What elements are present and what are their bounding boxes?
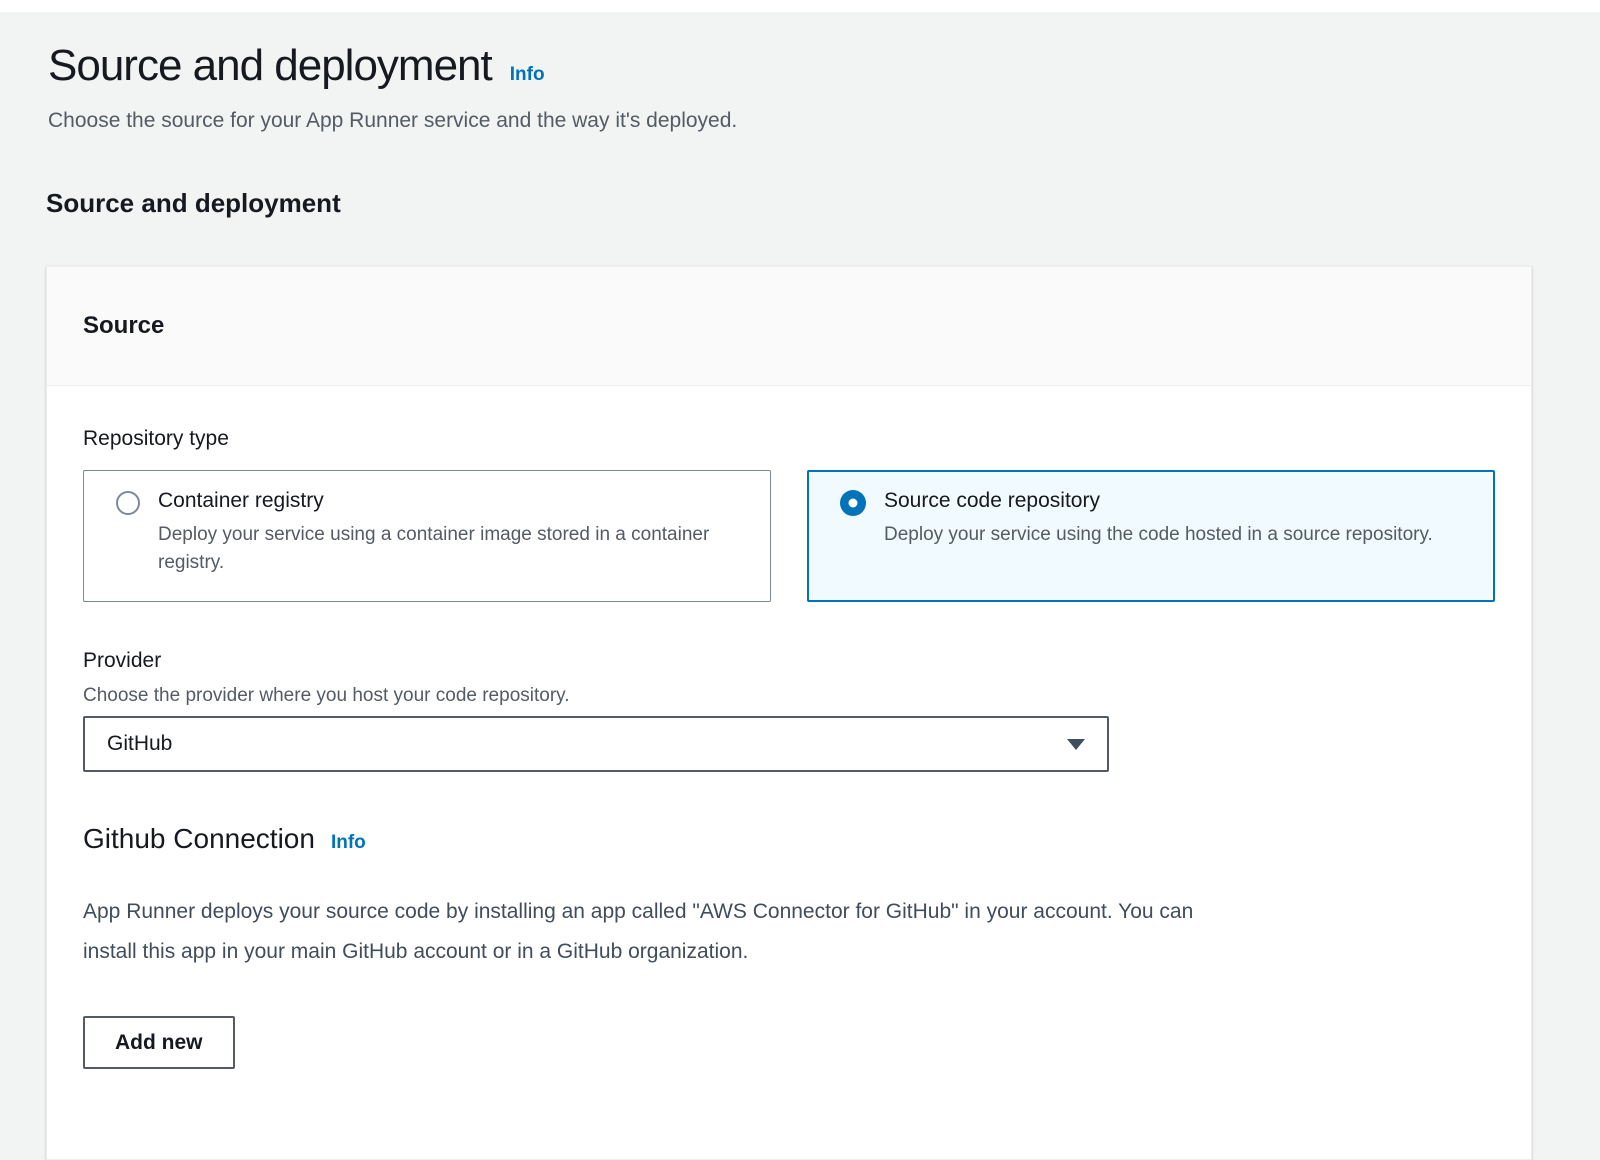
github-connection-info-link[interactable]: Info [331, 832, 366, 854]
tile-container-registry[interactable]: Container registry Deploy your service u… [83, 470, 771, 602]
source-and-deployment-page: Source and deployment Info Choose the so… [0, 12, 1600, 1160]
page-subtitle: Choose the source for your App Runner se… [48, 108, 1554, 134]
tile-container-registry-label: Container registry [158, 487, 746, 514]
caret-down-icon [1067, 739, 1085, 750]
tile-source-code-repository-label: Source code repository [884, 487, 1433, 514]
paragraph-line: App Runner deploys your source code by i… [83, 892, 1495, 932]
tile-text: Container registry Deploy your service u… [158, 487, 746, 577]
tile-container-registry-description: Deploy your service using a container im… [158, 521, 746, 577]
tile-text: Source code repository Deploy your servi… [884, 487, 1433, 549]
source-card-header: Source [47, 267, 1531, 386]
repository-type-label: Repository type [83, 426, 1495, 452]
provider-select[interactable]: GitHub [83, 716, 1109, 772]
tile-source-code-repository-description: Deploy your service using the code hoste… [884, 521, 1433, 549]
provider-label: Provider [83, 648, 1495, 674]
repository-type-tiles: Container registry Deploy your service u… [83, 470, 1495, 602]
section-heading: Source and deployment [46, 188, 1554, 218]
add-new-button[interactable]: Add new [83, 1016, 235, 1069]
page-title-info-link[interactable]: Info [510, 64, 545, 86]
paragraph-line: install this app in your main GitHub acc… [83, 932, 1495, 972]
source-card: Source Repository type Container registr… [46, 266, 1532, 1160]
provider-select-value: GitHub [107, 732, 172, 756]
top-white-strip [0, 0, 1600, 12]
radio-selected-icon[interactable] [840, 490, 866, 516]
provider-description: Choose the provider where you host your … [83, 684, 1495, 708]
tile-source-code-repository[interactable]: Source code repository Deploy your servi… [807, 470, 1495, 602]
github-connection-header: Github Connection Info [83, 822, 1495, 856]
page-title: Source and deployment [48, 40, 492, 92]
github-connection-paragraph: App Runner deploys your source code by i… [83, 892, 1495, 972]
source-card-title: Source [83, 310, 1495, 342]
radio-unselected-icon[interactable] [116, 491, 140, 515]
source-card-body: Repository type Container registry Deplo… [47, 386, 1531, 1159]
github-connection-heading: Github Connection [83, 822, 315, 856]
page-header: Source and deployment Info [48, 40, 1554, 92]
provider-field: Provider Choose the provider where you h… [83, 648, 1495, 772]
